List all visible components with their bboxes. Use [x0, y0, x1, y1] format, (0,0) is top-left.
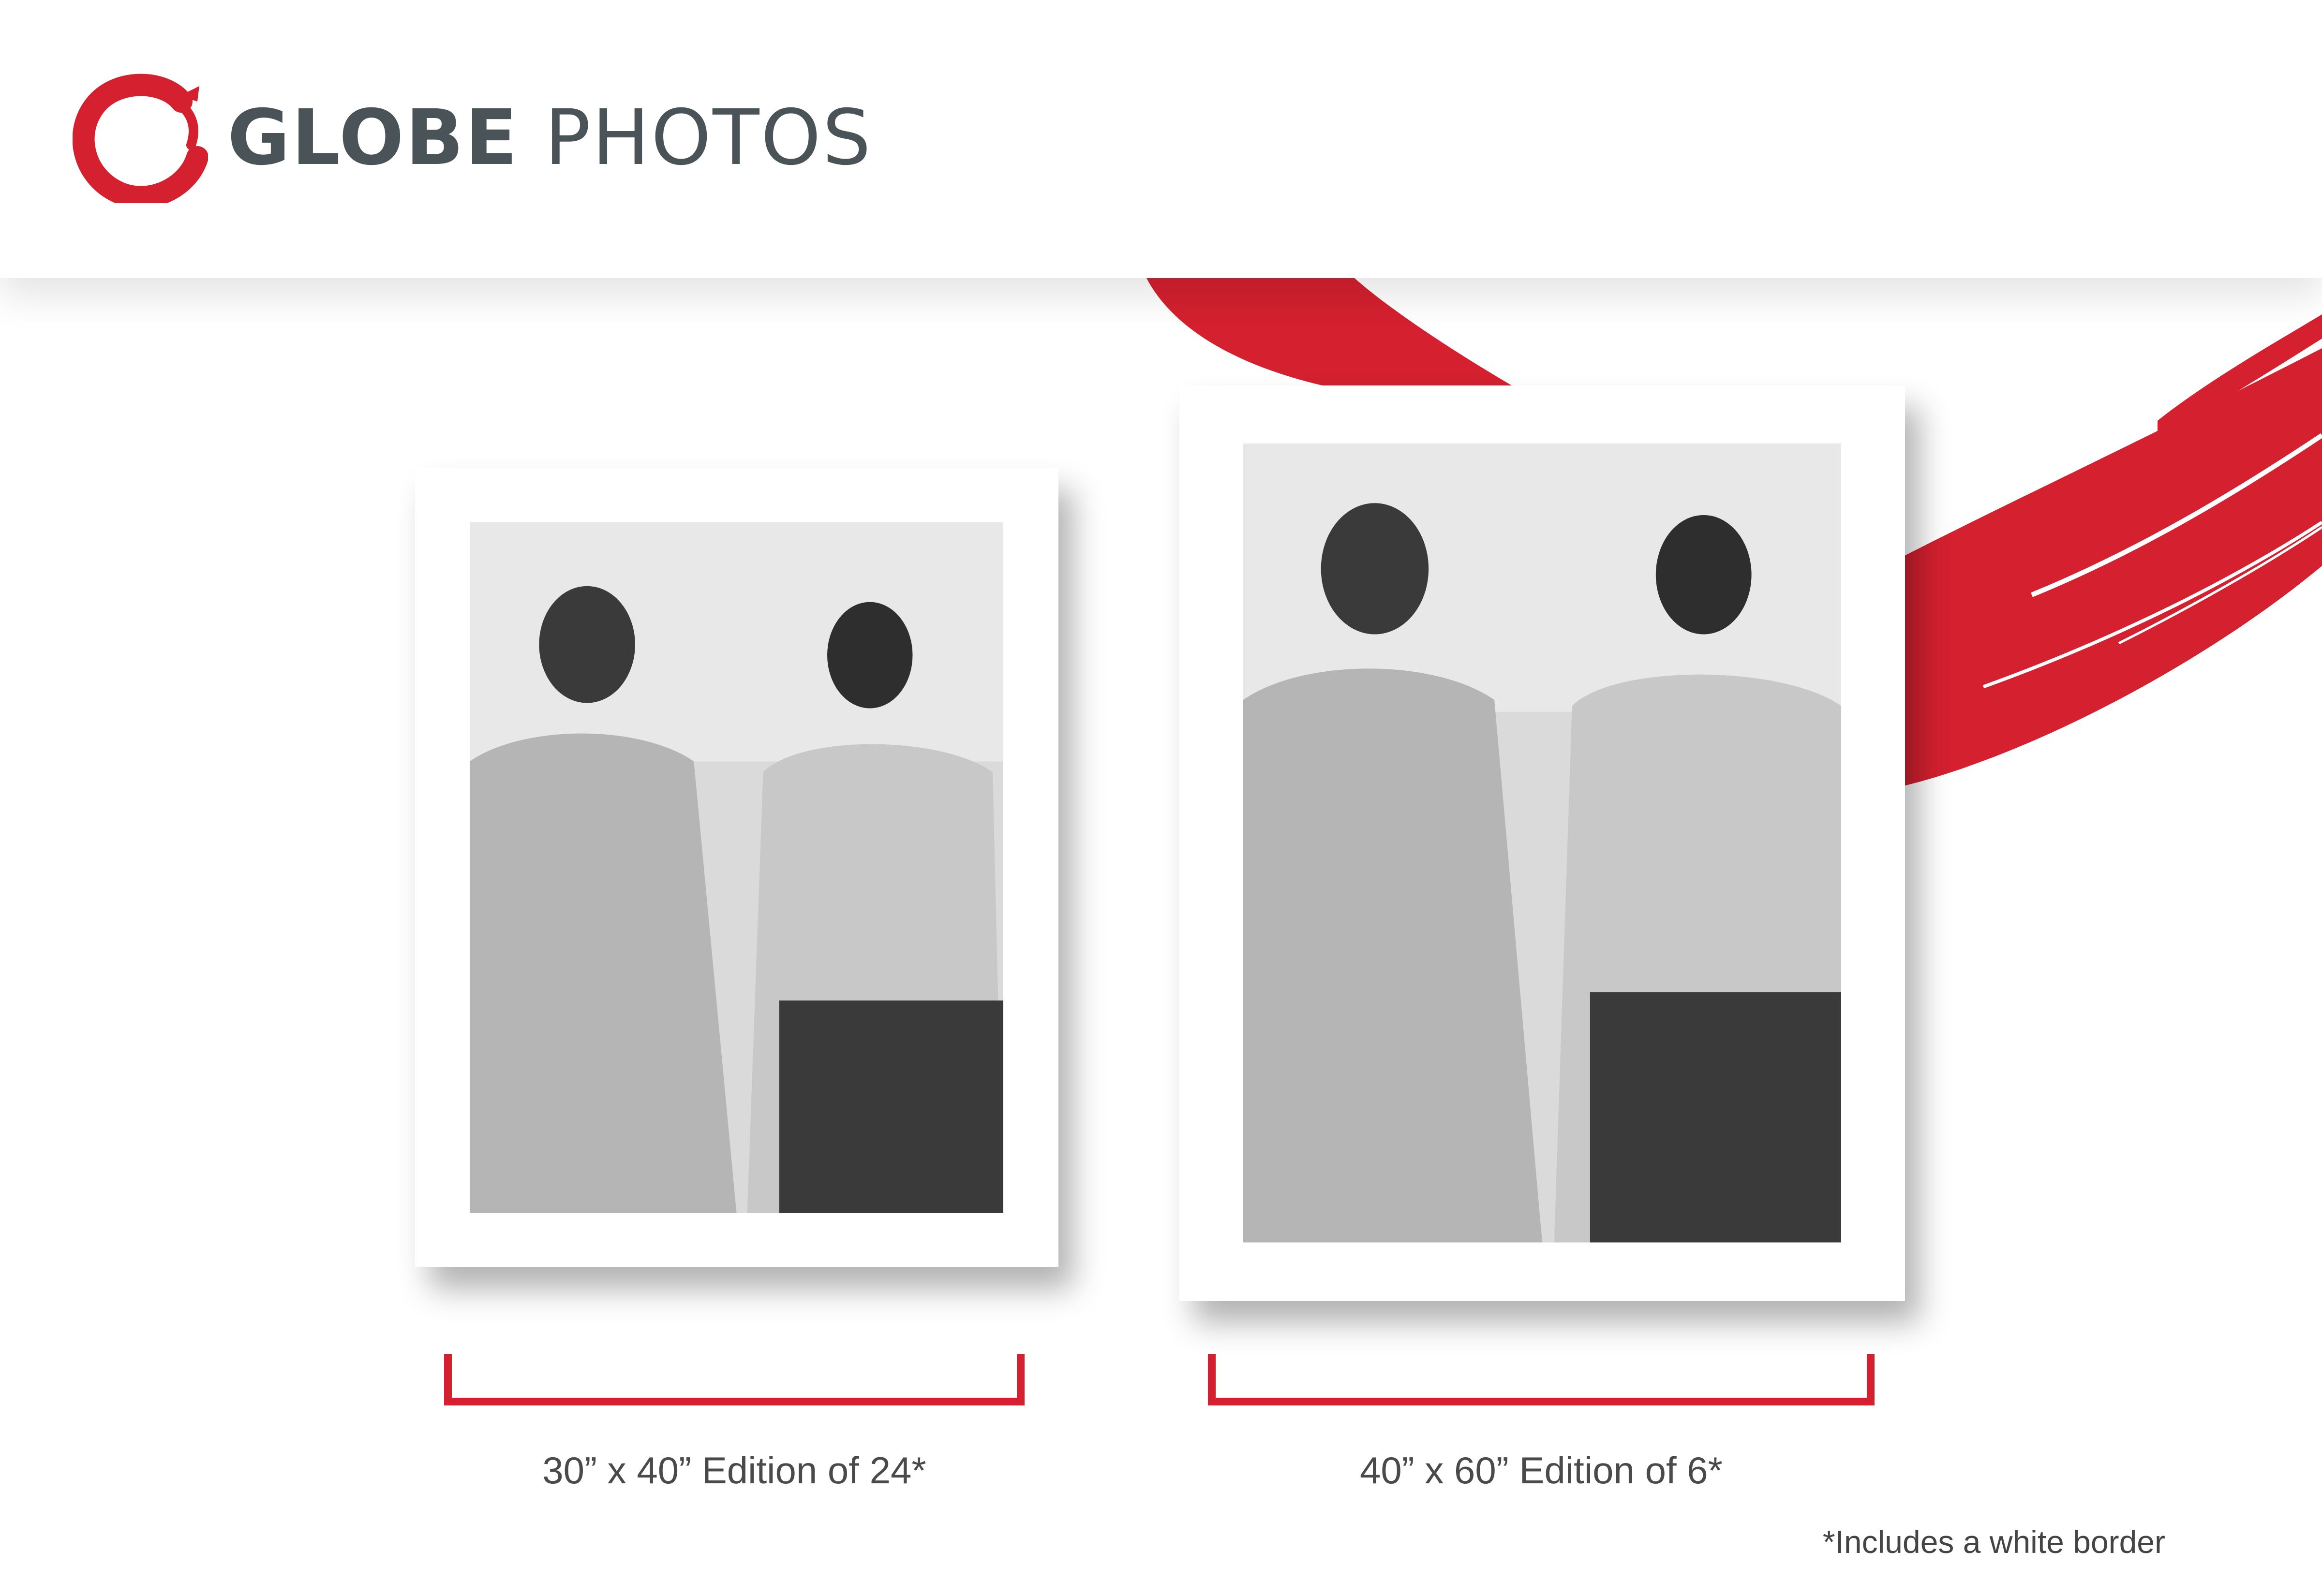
- border-footnote: *Includes a white border: [1822, 1524, 2165, 1560]
- size-bracket-30x40: [444, 1354, 1025, 1405]
- size-label-30x40: 30” x 40” Edition of 24*: [542, 1449, 926, 1492]
- size-label-40x60: 40” x 60” Edition of 6*: [1359, 1449, 1723, 1492]
- brand-name-light: PHOTOS: [544, 93, 873, 182]
- size-bracket-40x60: [1208, 1354, 1875, 1405]
- print-30x40[interactable]: [415, 468, 1058, 1267]
- print-photo: [1243, 443, 1841, 1242]
- print-photo: [470, 522, 1003, 1213]
- brand-wordmark[interactable]: GLOBE PHOTOS: [227, 89, 872, 186]
- header: GLOBE PHOTOS: [0, 0, 2322, 278]
- globe-photos-logo-icon[interactable]: [72, 73, 208, 208]
- print-40x60[interactable]: [1179, 385, 1905, 1301]
- brand-name-bold: GLOBE: [227, 93, 519, 182]
